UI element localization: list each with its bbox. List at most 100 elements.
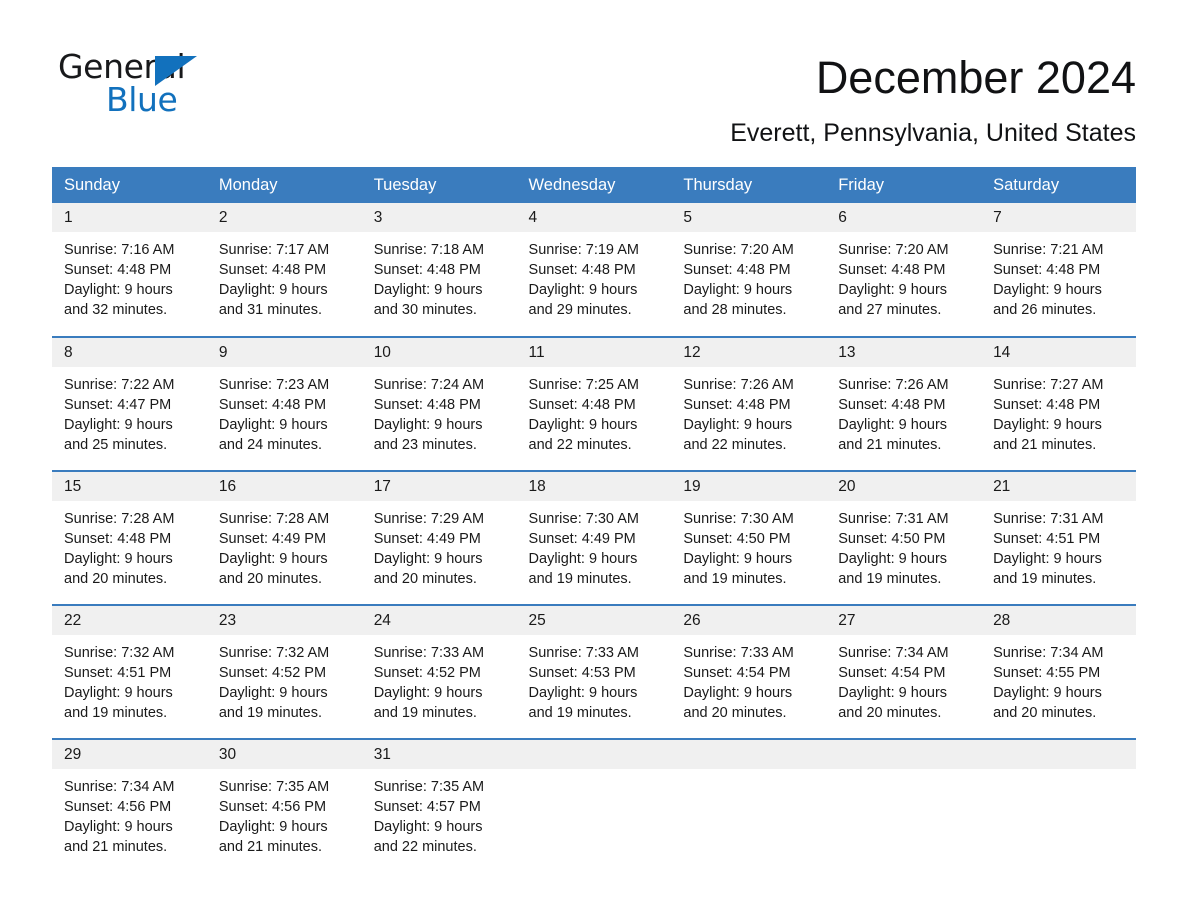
calendar-day-cell[interactable]: 26 Sunrise: 7:33 AM Sunset: 4:54 PM Dayligh… — [671, 604, 827, 739]
day-number: 31 — [361, 740, 517, 769]
day-detail-sunrise: Sunrise: 7:19 AM — [528, 242, 639, 258]
day-detail-daylight-l1: Daylight: 9 hours — [218, 417, 328, 433]
day-detail-daylight-l2: and 20 minutes. — [64, 571, 168, 587]
calendar-day-cell[interactable]: 17 Sunrise: 7:29 AM Sunset: 4:49 PM Dayligh… — [361, 470, 517, 605]
calendar-day-cell[interactable]: 27 Sunrise: 7:34 AM Sunset: 4:54 PM Dayligh… — [826, 604, 982, 739]
day-detail-daylight-l1: Daylight: 9 hours — [528, 282, 638, 298]
day-detail-sunset: Sunset: 4:48 PM — [993, 397, 1101, 413]
calendar-day-cell[interactable]: 13 Sunrise: 7:26 AM Sunset: 4:48 PM Dayligh… — [826, 336, 982, 471]
day-number: 11 — [516, 338, 672, 367]
day-detail-daylight-l1: Daylight: 9 hours — [838, 551, 948, 567]
day-detail-daylight-l2: and 20 minutes. — [993, 705, 1097, 721]
day-details: Sunrise: 7:17 AM Sunset: 4:48 PM Daylight:… — [207, 232, 362, 320]
calendar-day-cell[interactable]: 18 Sunrise: 7:30 AM Sunset: 4:49 PM Dayligh… — [516, 470, 672, 605]
day-details: Sunrise: 7:19 AM Sunset: 4:48 PM Daylight:… — [517, 232, 672, 320]
calendar-day-cell[interactable]: 1 Sunrise: 7:16 AM Sunset: 4:48 PM Daylight… — [52, 203, 207, 337]
day-number: 30 — [206, 740, 362, 769]
calendar-day-cell[interactable]: 19 Sunrise: 7:30 AM Sunset: 4:50 PM Dayligh… — [671, 470, 827, 605]
day-detail-daylight-l1: Daylight: 9 hours — [373, 417, 483, 433]
calendar-day-cell[interactable]: 5 Sunrise: 7:20 AM Sunset: 4:48 PM Daylight… — [671, 203, 827, 337]
day-number: 8 — [52, 338, 207, 367]
calendar-day-cell[interactable]: 23 Sunrise: 7:32 AM Sunset: 4:52 PM Dayligh… — [206, 604, 362, 739]
day-detail-daylight-l2: and 29 minutes. — [528, 302, 632, 318]
calendar-day-cell[interactable]: 31 Sunrise: 7:35 AM Sunset: 4:57 PM Dayligh… — [361, 738, 517, 873]
day-detail-sunrise: Sunrise: 7:30 AM — [528, 511, 639, 527]
day-detail-daylight-l1: Daylight: 9 hours — [683, 685, 793, 701]
calendar-day-cell[interactable]: 29 Sunrise: 7:34 AM Sunset: 4:56 PM Dayligh… — [52, 738, 207, 873]
calendar-day-cell-empty — [826, 738, 982, 873]
day-details: Sunrise: 7:21 AM Sunset: 4:48 PM Daylight:… — [981, 232, 1136, 320]
day-detail-daylight-l1: Daylight: 9 hours — [373, 819, 483, 835]
day-detail-sunset: Sunset: 4:49 PM — [373, 531, 481, 547]
day-detail-daylight-l1: Daylight: 9 hours — [838, 417, 948, 433]
general-blue-logo[interactable]: General Blue — [58, 48, 218, 119]
day-detail-sunset: Sunset: 4:48 PM — [683, 397, 791, 413]
day-details: Sunrise: 7:26 AM Sunset: 4:48 PM Daylight:… — [826, 367, 981, 455]
calendar-day-cell[interactable]: 9 Sunrise: 7:23 AM Sunset: 4:48 PM Daylight… — [206, 336, 362, 471]
calendar-day-cell[interactable]: 14 Sunrise: 7:27 AM Sunset: 4:48 PM Dayligh… — [981, 336, 1136, 471]
weekday-header-friday: Friday — [826, 167, 982, 203]
calendar-day-cell[interactable]: 6 Sunrise: 7:20 AM Sunset: 4:48 PM Daylight… — [826, 203, 982, 337]
day-detail-daylight-l2: and 19 minutes. — [993, 571, 1097, 587]
day-detail-sunrise: Sunrise: 7:31 AM — [993, 511, 1104, 527]
day-detail-daylight-l1: Daylight: 9 hours — [993, 551, 1102, 567]
day-detail-sunset: Sunset: 4:54 PM — [838, 665, 946, 681]
calendar-day-cell[interactable]: 12 Sunrise: 7:26 AM Sunset: 4:48 PM Dayligh… — [671, 336, 827, 471]
calendar-day-cell[interactable]: 11 Sunrise: 7:25 AM Sunset: 4:48 PM Dayligh… — [516, 336, 672, 471]
location-subtitle: Everett, Pennsylvania, United States — [730, 119, 1136, 147]
day-detail-daylight-l2: and 19 minutes. — [64, 705, 168, 721]
day-detail-daylight-l1: Daylight: 9 hours — [218, 685, 328, 701]
day-detail-sunset: Sunset: 4:48 PM — [528, 262, 636, 278]
day-number: 15 — [52, 472, 207, 501]
day-detail-sunset: Sunset: 4:47 PM — [64, 397, 172, 413]
calendar-day-cell[interactable]: 8 Sunrise: 7:22 AM Sunset: 4:47 PM Daylight… — [52, 336, 207, 471]
calendar-day-cell[interactable]: 22 Sunrise: 7:32 AM Sunset: 4:51 PM Dayligh… — [52, 604, 207, 739]
day-number: 3 — [361, 203, 517, 232]
day-number — [826, 740, 982, 769]
day-detail-sunset: Sunset: 4:49 PM — [218, 531, 327, 547]
day-detail-sunrise: Sunrise: 7:32 AM — [64, 645, 175, 661]
calendar-container: Sunday Monday Tuesday Wednesday Thursday… — [52, 167, 1136, 873]
calendar-day-cell[interactable]: 28 Sunrise: 7:34 AM Sunset: 4:55 PM Dayligh… — [981, 604, 1136, 739]
day-number: 21 — [981, 472, 1136, 501]
day-detail-sunrise: Sunrise: 7:16 AM — [64, 242, 175, 258]
day-details: Sunrise: 7:18 AM Sunset: 4:48 PM Daylight:… — [362, 232, 517, 320]
calendar-day-cell[interactable]: 15 Sunrise: 7:28 AM Sunset: 4:48 PM Dayligh… — [52, 470, 207, 605]
calendar-day-cell[interactable]: 20 Sunrise: 7:31 AM Sunset: 4:50 PM Dayligh… — [826, 470, 982, 605]
day-detail-sunrise: Sunrise: 7:34 AM — [838, 645, 949, 661]
day-detail-daylight-l2: and 30 minutes. — [373, 302, 477, 318]
day-number: 6 — [826, 203, 982, 232]
day-detail-sunrise: Sunrise: 7:23 AM — [218, 377, 330, 393]
calendar-day-cell[interactable]: 30 Sunrise: 7:35 AM Sunset: 4:56 PM Dayligh… — [206, 738, 362, 873]
day-detail-sunrise: Sunrise: 7:27 AM — [993, 377, 1104, 393]
calendar-day-cell[interactable]: 21 Sunrise: 7:31 AM Sunset: 4:51 PM Dayligh… — [981, 470, 1136, 605]
day-detail-daylight-l1: Daylight: 9 hours — [64, 551, 173, 567]
calendar-day-cell[interactable]: 2 Sunrise: 7:17 AM Sunset: 4:48 PM Daylight… — [206, 203, 362, 337]
calendar-day-cell[interactable]: 7 Sunrise: 7:21 AM Sunset: 4:48 PM Daylight… — [981, 203, 1136, 337]
calendar-day-cell[interactable]: 3 Sunrise: 7:18 AM Sunset: 4:48 PM Daylight… — [361, 203, 517, 337]
calendar-day-cell[interactable]: 4 Sunrise: 7:19 AM Sunset: 4:48 PM Daylight… — [516, 203, 672, 337]
day-number: 17 — [361, 472, 517, 501]
day-detail-sunrise: Sunrise: 7:32 AM — [218, 645, 330, 661]
day-detail-daylight-l2: and 19 minutes. — [528, 705, 632, 721]
weekday-header-tuesday: Tuesday — [361, 167, 517, 203]
day-detail-sunrise: Sunrise: 7:21 AM — [993, 242, 1104, 258]
calendar-day-cell-empty — [671, 738, 827, 873]
calendar-week-row: 1 Sunrise: 7:16 AM Sunset: 4:48 PM Daylight… — [52, 203, 1136, 337]
day-number: 9 — [206, 338, 362, 367]
day-detail-daylight-l2: and 25 minutes. — [64, 437, 168, 453]
weekday-header-wednesday: Wednesday — [516, 167, 672, 203]
calendar-week-row: 8 Sunrise: 7:22 AM Sunset: 4:47 PM Daylight… — [52, 336, 1136, 471]
calendar-day-cell[interactable]: 24 Sunrise: 7:33 AM Sunset: 4:52 PM Dayligh… — [361, 604, 517, 739]
day-detail-sunrise: Sunrise: 7:30 AM — [683, 511, 794, 527]
day-detail-sunset: Sunset: 4:54 PM — [683, 665, 791, 681]
calendar-day-cell[interactable]: 10 Sunrise: 7:24 AM Sunset: 4:48 PM Dayligh… — [361, 336, 517, 471]
day-number: 25 — [516, 606, 672, 635]
day-number: 23 — [206, 606, 362, 635]
day-detail-daylight-l1: Daylight: 9 hours — [838, 685, 948, 701]
day-detail-daylight-l2: and 23 minutes. — [373, 437, 477, 453]
calendar-day-cell[interactable]: 16 Sunrise: 7:28 AM Sunset: 4:49 PM Dayligh… — [206, 470, 362, 605]
day-detail-sunrise: Sunrise: 7:33 AM — [528, 645, 639, 661]
day-details: Sunrise: 7:35 AM Sunset: 4:57 PM Daylight:… — [362, 769, 517, 857]
calendar-day-cell[interactable]: 25 Sunrise: 7:33 AM Sunset: 4:53 PM Dayligh… — [516, 604, 672, 739]
